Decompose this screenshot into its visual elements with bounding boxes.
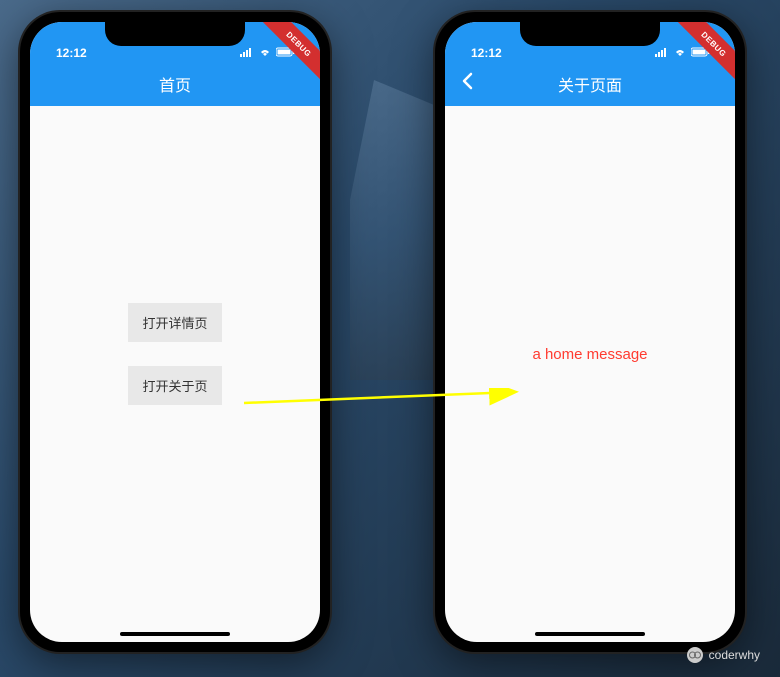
status-time: 12:12	[471, 46, 502, 60]
page-title: 关于页面	[558, 72, 622, 96]
status-time: 12:12	[56, 46, 87, 60]
signal-icon	[655, 46, 669, 60]
open-detail-button[interactable]: 打开详情页	[128, 303, 221, 342]
signal-icon	[240, 46, 254, 60]
open-about-button[interactable]: 打开关于页	[128, 366, 221, 405]
message-text: a home message	[532, 346, 647, 363]
about-content: a home message	[445, 106, 735, 642]
notch	[520, 22, 660, 46]
status-icons	[655, 46, 711, 60]
screen-home: DEBUG 12:12 首页 打开详情页 打开关于页	[30, 22, 320, 642]
wifi-icon	[258, 46, 272, 60]
phone-home: DEBUG 12:12 首页 打开详情页 打开关于页	[20, 12, 330, 652]
notch	[105, 22, 245, 46]
home-indicator[interactable]	[535, 632, 645, 636]
wechat-icon	[687, 647, 703, 663]
watermark: coderwhy	[687, 647, 760, 663]
phone-about: DEBUG 12:12 关于页面 a home message	[435, 12, 745, 652]
home-indicator[interactable]	[120, 632, 230, 636]
app-bar-about: 关于页面	[445, 62, 735, 106]
watermark-author: coderwhy	[709, 648, 760, 662]
chevron-left-icon	[461, 72, 473, 90]
status-icons	[240, 46, 296, 60]
screen-about: DEBUG 12:12 关于页面 a home message	[445, 22, 735, 642]
back-button[interactable]	[453, 68, 481, 100]
home-content: 打开详情页 打开关于页	[30, 106, 320, 642]
app-bar-home: 首页	[30, 62, 320, 106]
wifi-icon	[673, 46, 687, 60]
page-title: 首页	[159, 72, 191, 96]
